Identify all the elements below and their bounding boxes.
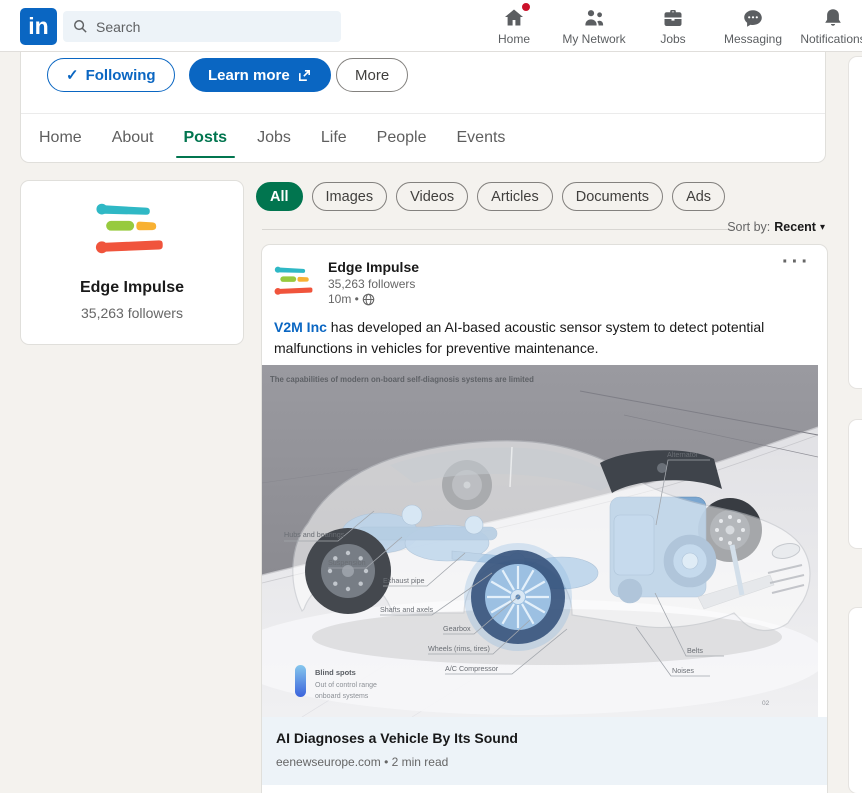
nav-item-messaging[interactable]: Messaging <box>717 4 789 51</box>
tab-jobs[interactable]: Jobs <box>249 114 299 161</box>
filter-documents[interactable]: Documents <box>562 182 663 211</box>
company-tabs: Home About Posts Jobs Life People Events <box>31 114 513 161</box>
following-button[interactable]: ✓ Following <box>47 58 175 92</box>
top-nav-bar: in Home My Network Jobs Messaging Notifi… <box>0 0 862 52</box>
nav-label: Home <box>498 32 530 46</box>
post-text-rest: has developed an AI-based acoustic senso… <box>274 319 764 356</box>
filter-ads[interactable]: Ads <box>672 182 725 211</box>
legend-swatch <box>295 665 306 697</box>
linkedin-logo-text: in <box>28 13 48 40</box>
learn-more-button[interactable]: Learn more <box>189 58 331 92</box>
check-icon: ✓ <box>66 66 79 84</box>
label-noises: Noises <box>672 666 694 675</box>
nav-item-my-network[interactable]: My Network <box>558 4 630 51</box>
legend-line1: Out of control range <box>315 682 377 689</box>
post-card: Edge Impulse 35,263 followers 10m • ··· … <box>262 245 827 793</box>
external-link-icon <box>297 68 312 83</box>
following-label: Following <box>86 67 156 84</box>
more-button[interactable]: More <box>336 58 408 92</box>
label-alternator: Alternator <box>667 450 699 459</box>
linkedin-company-posts-page: { "nav": { "logo_text": "in", "search_pl… <box>0 0 862 793</box>
article-meta: eenewseurope.com • 2 min read <box>276 755 448 769</box>
post-image[interactable]: The capabilities of modern on-board self… <box>262 365 818 717</box>
post-time-text: 10m • <box>328 292 359 306</box>
post-company-link[interactable]: V2M Inc <box>274 319 327 335</box>
nav-label: Notifications <box>800 32 862 46</box>
search-icon <box>73 19 88 34</box>
sort-divider <box>262 229 732 230</box>
search-input[interactable] <box>96 19 316 35</box>
company-summary-card[interactable]: Edge Impulse 35,263 followers <box>21 181 243 344</box>
label-exhaust-pipe: Exhaust pipe <box>383 576 425 585</box>
sort-by-dropdown[interactable]: Sort by: Recent ▾ <box>727 220 825 234</box>
filter-videos[interactable]: Videos <box>396 182 468 211</box>
tab-home[interactable]: Home <box>31 114 90 161</box>
edge-impulse-logo <box>93 201 171 257</box>
post-author-name[interactable]: Edge Impulse <box>328 259 419 275</box>
jobs-icon <box>661 4 685 30</box>
label-belts: Belts <box>687 646 703 655</box>
post-text: V2M Inc has developed an AI-based acoust… <box>274 317 818 359</box>
article-title: AI Diagnoses a Vehicle By Its Sound <box>276 730 518 746</box>
nav-item-notifications[interactable]: Notifications <box>797 4 862 51</box>
right-sidebar-card-partial-1 <box>849 57 862 388</box>
filter-articles[interactable]: Articles <box>477 182 553 211</box>
feed-filter-pills: All Images Videos Articles Documents Ads <box>256 182 725 211</box>
filter-images[interactable]: Images <box>312 182 388 211</box>
nav-label: Jobs <box>660 32 685 46</box>
right-sidebar-card-partial-2 <box>849 420 862 548</box>
label-gearbox: Gearbox <box>443 624 471 633</box>
more-label: More <box>355 67 389 84</box>
chevron-down-icon: ▾ <box>820 222 825 233</box>
post-author-followers: 35,263 followers <box>328 277 415 291</box>
nav-label: Messaging <box>724 32 782 46</box>
my-network-icon <box>582 4 606 30</box>
messaging-icon <box>741 4 765 30</box>
company-name: Edge Impulse <box>21 279 243 297</box>
post-options-menu-icon[interactable]: ··· <box>782 251 811 274</box>
company-followers: 35,263 followers <box>21 305 243 321</box>
label-suspension: Suspension <box>328 558 366 567</box>
tab-about[interactable]: About <box>104 114 162 161</box>
linkedin-logo[interactable]: in <box>20 8 57 45</box>
nav-item-jobs[interactable]: Jobs <box>637 4 709 51</box>
post-timestamp: 10m • <box>328 292 375 306</box>
right-sidebar-card-partial-3 <box>849 608 862 793</box>
label-shafts-axels: Shafts and axels <box>380 605 434 614</box>
article-link-card[interactable]: AI Diagnoses a Vehicle By Its Sound eene… <box>262 717 827 785</box>
sort-row: Sort by: Recent ▾ <box>262 220 827 238</box>
sort-value: Recent <box>774 220 816 234</box>
home-notification-badge <box>520 1 532 13</box>
nav-label: My Network <box>562 32 625 46</box>
label-hubs-bearings: Hubs and bearings <box>284 530 345 539</box>
filter-all[interactable]: All <box>256 182 303 211</box>
tab-life[interactable]: Life <box>313 114 355 161</box>
search-bar[interactable] <box>63 11 341 42</box>
legend-title: Blind spots <box>315 668 356 677</box>
label-wheels: Wheels (rims, tires) <box>428 644 490 653</box>
tab-posts[interactable]: Posts <box>176 114 236 161</box>
label-ac-compressor: A/C Compressor <box>445 664 499 673</box>
nav-item-home[interactable]: Home <box>478 4 550 51</box>
notifications-bell-icon <box>821 4 845 30</box>
globe-icon <box>362 293 375 306</box>
company-header-card: ✓ Following Learn more More Home About P… <box>21 52 825 162</box>
page-number: 02 <box>762 700 770 707</box>
tab-people[interactable]: People <box>369 114 435 161</box>
tab-events[interactable]: Events <box>449 114 514 161</box>
home-icon <box>502 4 526 30</box>
image-headline: The capabilities of modern on-board self… <box>270 375 534 384</box>
learn-more-label: Learn more <box>208 67 290 84</box>
sort-label: Sort by: <box>727 220 770 234</box>
post-author-avatar[interactable] <box>273 259 317 303</box>
legend-line2: onboard systems <box>315 693 369 700</box>
